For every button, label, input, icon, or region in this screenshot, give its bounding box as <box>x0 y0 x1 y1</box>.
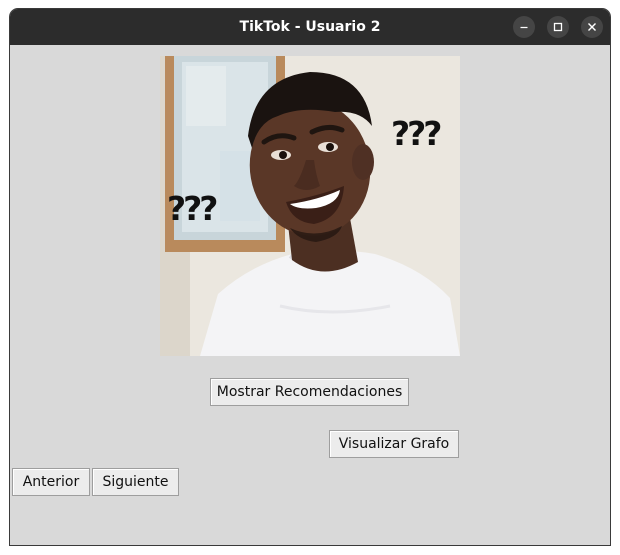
minimize-button[interactable] <box>513 16 535 38</box>
maximize-button[interactable] <box>547 16 569 38</box>
question-marks-left: ??? <box>167 189 218 228</box>
close-icon <box>588 23 596 31</box>
app-window: TikTok - Usuario 2 ??? ??? Mostrar Recom… <box>9 8 611 546</box>
close-button[interactable] <box>581 16 603 38</box>
maximize-icon <box>553 22 563 32</box>
next-button[interactable]: Siguiente <box>92 468 179 496</box>
show-recommendations-button[interactable]: Mostrar Recomendaciones <box>210 378 409 406</box>
visualize-graph-button[interactable]: Visualizar Grafo <box>329 430 459 458</box>
main-content: ??? ??? Mostrar Recomendaciones Visualiz… <box>10 45 610 545</box>
question-marks-right: ??? <box>391 114 442 153</box>
previous-button[interactable]: Anterior <box>12 468 90 496</box>
title-bar[interactable]: TikTok - Usuario 2 <box>10 9 610 45</box>
minimize-icon <box>520 26 528 29</box>
video-thumbnail-image: ??? ??? <box>160 56 460 356</box>
